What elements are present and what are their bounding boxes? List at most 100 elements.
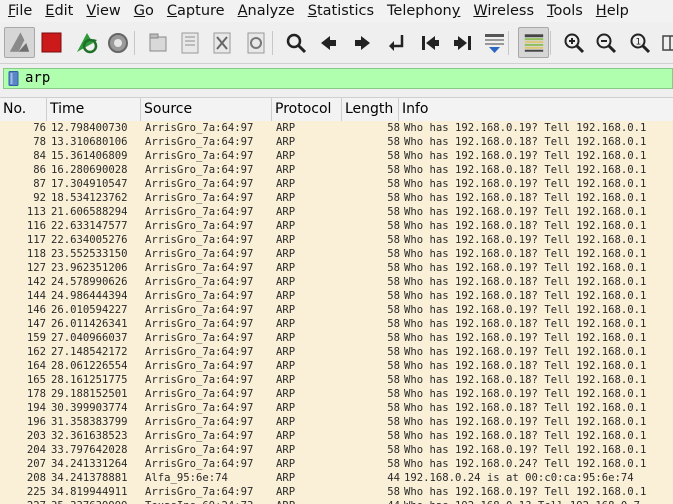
table-row[interactable]: 178 29.188152501 ArrisGro_7a:64:97 ARP 58 Who… (0, 387, 673, 401)
table-row[interactable]: 194 30.399903774 ArrisGro_7a:64:97 ARP 58 Who… (0, 401, 673, 415)
table-row[interactable]: 78 13.310680106 ArrisGro_7a:64:97 ARP 58 Who … (0, 135, 673, 149)
table-row[interactable]: 207 34.241331264 ArrisGro_7a:64:97 ARP 58 Who… (0, 457, 673, 471)
capture-options-button[interactable] (102, 27, 133, 58)
table-row[interactable]: 117 22.634005276 ArrisGro_7a:64:97 ARP 58 Who… (0, 233, 673, 247)
table-row[interactable]: 165 28.161251775 ArrisGro_7a:64:97 ARP 58 Who… (0, 373, 673, 387)
cell-protocol: ARP (276, 416, 296, 428)
menu-go[interactable]: Go (126, 0, 159, 22)
filter-input[interactable]: arp (25, 69, 50, 88)
colorize-button[interactable] (518, 27, 549, 58)
packet-list[interactable]: 76 12.798400730 ArrisGro_7a:64:97 ARP 58 Who … (0, 121, 673, 504)
menu-statistics[interactable]: Statistics (300, 0, 379, 22)
table-row[interactable]: 162 27.148542172 ArrisGro_7a:64:97 ARP 58 Who… (0, 345, 673, 359)
zoom-out-button[interactable] (590, 27, 621, 58)
normal-size-button[interactable]: 1 (624, 27, 655, 58)
table-row[interactable]: 159 27.040966037 ArrisGro_7a:64:97 ARP 58 Who… (0, 331, 673, 345)
zoom-out-icon (596, 33, 616, 53)
cell-info: Who has 192.168.0.18? Tell 192.168.0.1 (404, 318, 647, 330)
first-packet-button[interactable] (414, 27, 445, 58)
go-to-packet-icon (388, 34, 403, 51)
cell-source: ArrisGro_7a:64:97 (145, 234, 254, 246)
column-header-length[interactable]: Length (342, 98, 399, 121)
table-row[interactable]: 225 34.819944911 ArrisGro_7a:64:97 ARP 58 Who… (0, 485, 673, 499)
cell-info: Who has 192.168.0.19? Tell 192.168.0.1 (404, 304, 647, 316)
column-header-no[interactable]: No. (0, 98, 47, 121)
table-row[interactable]: 76 12.798400730 ArrisGro_7a:64:97 ARP 58 Who … (0, 121, 673, 135)
menu-telephony[interactable]: Telephony (379, 0, 465, 22)
column-header-protocol[interactable]: Protocol (272, 98, 342, 121)
table-row[interactable]: 142 24.578990626 ArrisGro_7a:64:97 ARP 58 Who… (0, 275, 673, 289)
table-row[interactable]: 84 15.361406809 ArrisGro_7a:64:97 ARP 58 Who … (0, 149, 673, 163)
cell-protocol: ARP (276, 360, 296, 372)
cell-time: 29.188152501 (51, 388, 128, 400)
reload-file-button[interactable] (240, 27, 271, 58)
open-file-button[interactable] (142, 27, 173, 58)
menu-help[interactable]: Help (588, 0, 634, 22)
table-row[interactable]: 127 23.962351206 ArrisGro_7a:64:97 ARP 58 Who… (0, 261, 673, 275)
restart-capture-button[interactable] (70, 27, 101, 58)
resize-columns-button[interactable] (656, 27, 673, 58)
shark-fin-start-button[interactable] (4, 27, 35, 58)
table-row[interactable]: 87 17.304910547 ArrisGro_7a:64:97 ARP 58 Who … (0, 177, 673, 191)
toolbar-separator (508, 31, 509, 55)
table-row[interactable]: 164 28.061226554 ArrisGro_7a:64:97 ARP 58 Who… (0, 359, 673, 373)
menu-tools[interactable]: Tools (539, 0, 588, 22)
table-row[interactable]: 92 18.534123762 ArrisGro_7a:64:97 ARP 58 Who … (0, 191, 673, 205)
display-filter-box[interactable]: arp (3, 68, 673, 89)
column-header-time[interactable]: Time (47, 98, 141, 121)
table-row[interactable]: 208 34.241378881 Alfa_95:6e:74 ARP 44 192.168… (0, 471, 673, 485)
table-row[interactable]: 86 16.280690028 ArrisGro_7a:64:97 ARP 58 Who … (0, 163, 673, 177)
go-back-button[interactable] (312, 27, 343, 58)
table-row[interactable]: 147 26.011426341 ArrisGro_7a:64:97 ARP 58 Who… (0, 317, 673, 331)
main-toolbar: 1 (0, 23, 673, 64)
save-file-button[interactable] (174, 27, 205, 58)
column-header-info[interactable]: Info (399, 98, 673, 121)
cell-source: ArrisGro_7a:64:97 (145, 304, 254, 316)
shark-fin-start-icon (9, 31, 30, 52)
table-row[interactable]: 144 24.986444394 ArrisGro_7a:64:97 ARP 58 Who… (0, 289, 673, 303)
cell-time: 13.310680106 (51, 136, 128, 148)
cell-source: ArrisGro_7a:64:97 (145, 388, 254, 400)
table-row[interactable]: 113 21.606588294 ArrisGro_7a:64:97 ARP 58 Who… (0, 205, 673, 219)
table-row[interactable]: 196 31.358383799 ArrisGro_7a:64:97 ARP 58 Who… (0, 415, 673, 429)
cell-protocol: ARP (276, 206, 296, 218)
menu-edit[interactable]: Edit (37, 0, 78, 22)
go-forward-button[interactable] (346, 27, 377, 58)
zoom-in-icon (564, 33, 584, 53)
cell-info: Who has 192.168.0.19? Tell 192.168.0.1 (404, 388, 647, 400)
menu-mnemonic: T (547, 3, 554, 19)
cell-info: Who has 192.168.0.18? Tell 192.168.0.1 (404, 220, 647, 232)
normal-size-icon: 1 (630, 33, 650, 53)
table-row[interactable]: 116 22.633147577 ArrisGro_7a:64:97 ARP 58 Who… (0, 219, 673, 233)
column-header-source[interactable]: Source (141, 98, 272, 121)
cell-length: 58 (387, 304, 400, 316)
find-packet-button[interactable] (280, 27, 311, 58)
cell-length: 58 (387, 458, 400, 470)
toolbar-separator (550, 31, 551, 55)
stop-capture-button[interactable] (36, 27, 67, 58)
last-packet-button[interactable] (446, 27, 477, 58)
filter-bookmark-icon[interactable] (8, 71, 19, 90)
go-to-packet-button[interactable] (380, 27, 411, 58)
table-row[interactable]: 204 33.797642028 ArrisGro_7a:64:97 ARP 58 Who… (0, 443, 673, 457)
cell-no: 196 (26, 416, 46, 428)
cell-info: Who has 192.168.0.18? Tell 192.168.0.1 (404, 290, 647, 302)
cell-source: ArrisGro_7a:64:97 (145, 136, 254, 148)
cell-source: ArrisGro_7a:64:97 (145, 318, 254, 330)
cell-no: 127 (26, 262, 46, 274)
auto-scroll-button[interactable] (478, 27, 509, 58)
menu-wireless[interactable]: Wireless (465, 0, 539, 22)
table-row[interactable]: 146 26.010594227 ArrisGro_7a:64:97 ARP 58 Who… (0, 303, 673, 317)
cell-info: Who has 192.168.0.18? Tell 192.168.0.1 (404, 248, 647, 260)
menu-analyze[interactable]: Analyze (230, 0, 300, 22)
table-row[interactable]: 227 35.337639999 TexasIns_69:24:73 ARP 44 Who… (0, 499, 673, 504)
table-row[interactable]: 118 23.552533150 ArrisGro_7a:64:97 ARP 58 Who… (0, 247, 673, 261)
menu-file[interactable]: File (0, 0, 37, 22)
zoom-in-button[interactable] (558, 27, 589, 58)
menu-view[interactable]: View (78, 0, 125, 22)
table-row[interactable]: 203 32.361638523 ArrisGro_7a:64:97 ARP 58 Who… (0, 429, 673, 443)
close-file-button[interactable] (206, 27, 237, 58)
resize-columns-icon (661, 34, 673, 51)
cell-length: 44 (387, 472, 400, 484)
menu-capture[interactable]: Capture (159, 0, 230, 22)
